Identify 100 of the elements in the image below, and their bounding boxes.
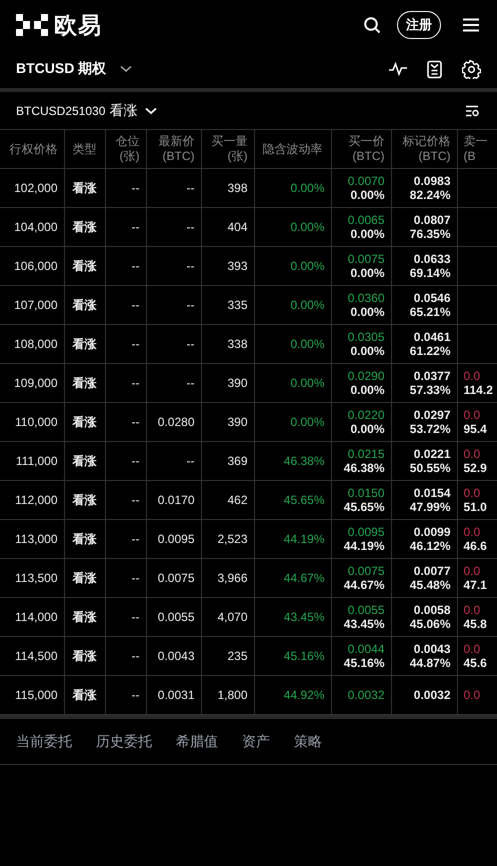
strike-price: 106,000 [14, 259, 58, 273]
clipboard-icon[interactable] [427, 60, 442, 78]
column-header: 最新价 (BTC) [158, 134, 194, 163]
order-tab[interactable]: 历史委托 [86, 728, 162, 754]
mark-price: 0.0058 [414, 603, 450, 617]
option-type: 看涨 [72, 298, 96, 312]
bid-quantity: 404 [227, 220, 248, 234]
strike-price: 104,000 [14, 220, 58, 234]
settings-icon[interactable] [462, 60, 481, 78]
instrument-title[interactable]: BTCUSD 期权 [16, 60, 106, 78]
bid-price: 0.0215 [348, 447, 384, 461]
position-value: -- [132, 415, 140, 429]
bid-price: 0.0070 [348, 174, 384, 188]
strike-price: 102,000 [14, 181, 58, 195]
implied-volatility: 45.65% [284, 493, 324, 507]
mark-volatility: 50.55% [410, 461, 450, 475]
mark-volatility: 45.48% [410, 578, 450, 592]
option-type-selector[interactable]: 看涨 [109, 102, 138, 120]
pulse-icon[interactable] [389, 62, 407, 76]
mark-volatility: 82.24% [410, 188, 450, 202]
implied-volatility: 43.45% [284, 610, 324, 624]
position-value: -- [132, 220, 140, 234]
mark-price: 0.0633 [414, 252, 450, 266]
mark-price: 0.0221 [414, 447, 450, 461]
bid-quantity: 335 [227, 298, 248, 312]
position-value: -- [132, 298, 140, 312]
column-header: 标记价格 (BTC) [402, 134, 450, 163]
position-value: -- [132, 259, 140, 273]
mark-price: 0.0461 [414, 330, 450, 344]
search-icon[interactable] [364, 16, 381, 34]
last-price: 0.0170 [158, 493, 194, 507]
strike-price: 108,000 [14, 337, 58, 351]
mark-volatility: 44.87% [410, 656, 450, 670]
bid-volatility: 0.00% [350, 227, 384, 241]
strike-price: 107,000 [14, 298, 58, 312]
ask-price: 0.0 [464, 525, 480, 539]
strike-price: 109,000 [14, 376, 58, 390]
mark-price: 0.0297 [414, 408, 450, 422]
implied-volatility: 0.00% [290, 220, 324, 234]
implied-volatility: 0.00% [290, 337, 324, 351]
position-value: -- [132, 376, 140, 390]
strike-price: 111,000 [16, 454, 58, 468]
option-type: 看涨 [72, 258, 96, 272]
position-value: -- [132, 337, 140, 351]
implied-volatility: 44.92% [284, 688, 324, 702]
bid-price: 0.0075 [348, 564, 384, 578]
last-price: 0.0075 [158, 571, 194, 585]
bid-quantity: 390 [227, 415, 248, 429]
mark-volatility: 47.99% [410, 500, 450, 514]
order-tab[interactable]: 希腊值 [166, 728, 228, 754]
position-value: -- [132, 649, 140, 663]
mark-volatility: 76.35% [410, 227, 450, 241]
bid-volatility: 46.38% [344, 461, 384, 475]
register-button[interactable]: 注册 [397, 11, 441, 39]
chevron-icon[interactable] [120, 65, 132, 73]
menu-icon[interactable] [463, 18, 479, 32]
last-price: -- [186, 337, 194, 351]
last-price: 0.0055 [158, 610, 194, 624]
logo-icon [16, 14, 48, 36]
last-price: -- [186, 259, 194, 273]
bid-quantity: 369 [227, 454, 248, 468]
brand-name: 欧易 [54, 10, 102, 40]
position-value: -- [132, 181, 140, 195]
bid-volatility: 44.19% [344, 539, 384, 553]
ask-volatility: 95.4 [464, 422, 487, 436]
order-tab[interactable]: 当前委托 [6, 728, 82, 754]
bid-price: 0.0305 [348, 330, 384, 344]
bid-quantity: 398 [227, 181, 248, 195]
bid-price: 0.0095 [348, 525, 384, 539]
order-tab[interactable]: 策略 [284, 728, 332, 754]
bid-volatility: 45.16% [344, 656, 384, 670]
strike-price: 113,000 [15, 532, 58, 546]
filter-settings-icon[interactable] [466, 104, 479, 116]
mark-price: 0.0546 [414, 291, 450, 305]
order-tab[interactable]: 资产 [232, 728, 280, 754]
column-header: 隐含波动率 [262, 142, 322, 156]
strike-price: 114,500 [15, 649, 58, 663]
mark-price: 0.0154 [414, 486, 450, 500]
position-value: -- [132, 454, 140, 468]
position-value: -- [132, 532, 140, 546]
bid-quantity: 1,800 [217, 688, 248, 702]
implied-volatility: 0.00% [290, 181, 324, 195]
strike-price: 112,000 [15, 493, 58, 507]
bid-price: 0.0032 [348, 688, 384, 702]
ask-price: 0.0 [464, 447, 480, 461]
mark-volatility: 65.21% [410, 305, 450, 319]
bid-quantity: 390 [227, 376, 248, 390]
position-value: -- [132, 571, 140, 585]
option-type: 看涨 [72, 492, 96, 506]
bid-quantity: 2,523 [217, 532, 248, 546]
last-price: 0.0031 [158, 688, 194, 702]
expiry-selector[interactable]: BTCUSD251030 [16, 104, 106, 118]
mark-volatility: 61.22% [410, 344, 450, 358]
strike-price: 115,000 [15, 688, 58, 702]
position-value: -- [132, 688, 140, 702]
option-type: 看涨 [72, 610, 96, 624]
ask-volatility: 45.8 [464, 617, 487, 631]
column-header: 买一价 (BTC) [348, 134, 384, 163]
bid-volatility: 45.65% [344, 500, 384, 514]
option-type: 看涨 [72, 570, 96, 584]
